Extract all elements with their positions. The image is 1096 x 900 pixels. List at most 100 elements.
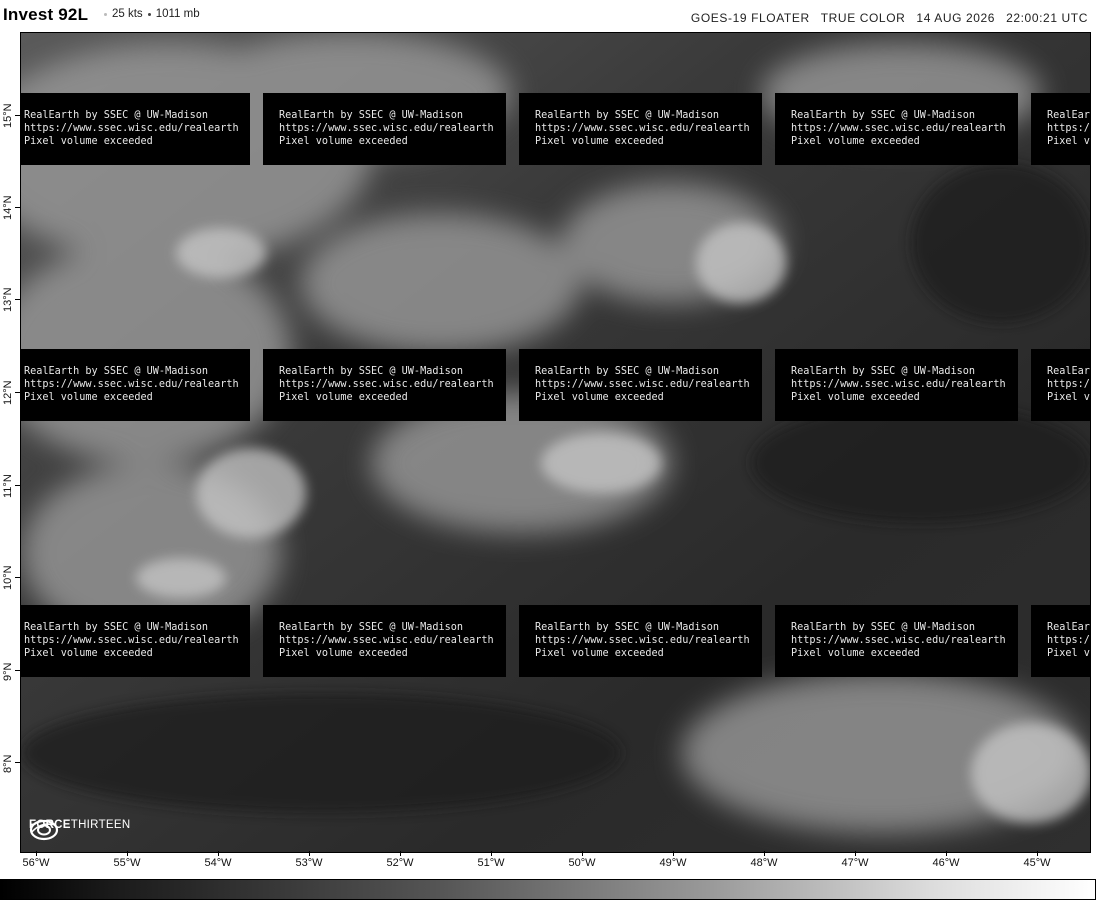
satellite-map[interactable]: RealEarth by SSEC @ UW-Madison https://w…: [20, 32, 1091, 853]
lon-label: 56°W: [22, 857, 50, 869]
lat-tick: [15, 762, 20, 763]
watermark-line: https://www.ssec.wisc.edu/realearth: [279, 123, 494, 134]
watermark-line: RealEarth by SSEC @ UW-Madison: [279, 622, 464, 633]
watermark-line: RealEarth by SSEC @ UW-Madison: [279, 110, 464, 121]
watermark-line: RealEarth by SSEC @ UW-Madison: [24, 366, 209, 377]
storm-wind: 25 kts: [112, 8, 143, 20]
lat-tick: [15, 207, 20, 208]
lon-label: 45°W: [1023, 857, 1051, 869]
lat-label: 9°N: [2, 662, 14, 681]
watermark-line: RealEarth by SSEC @ UW-Madison: [791, 110, 976, 121]
grayscale-colorbar: [0, 879, 1096, 900]
image-time: 22:00:21 UTC: [1006, 11, 1088, 25]
lon-tick: [309, 851, 310, 856]
lat-label: 13°N: [2, 287, 14, 312]
lon-tick: [400, 851, 401, 856]
lon-tick: [491, 851, 492, 856]
force-thirteen-logo: FORCETHIRTEEN: [29, 819, 131, 841]
lon-label: 51°W: [477, 857, 505, 869]
lon-label: 48°W: [750, 857, 778, 869]
storm-name: Invest 92L: [3, 5, 89, 24]
lon-label: 46°W: [932, 857, 960, 869]
imagery-band: TRUE COLOR: [820, 11, 906, 25]
watermark-line: https://www.ssec.wisc.edu/realearth: [1047, 379, 1090, 390]
watermark-banner: RealEarth by SSEC @ UW-Madison https://w…: [21, 605, 250, 677]
watermark-line: Pixel volume exceeded: [535, 392, 664, 403]
image-date: 14 AUG 2026: [916, 11, 996, 25]
lon-tick: [127, 851, 128, 856]
watermark-line: RealEarth by SSEC @ UW-Madison: [791, 622, 976, 633]
watermark-line: Pixel volume exceeded: [1047, 136, 1090, 147]
force-thirteen-logo-icon: [29, 819, 59, 841]
watermark-line: https://www.ssec.wisc.edu/realearth: [24, 379, 239, 390]
watermark-line: Pixel volume exceeded: [24, 648, 153, 659]
watermark-banner: RealEarth by SSEC @ UW-Madison https://w…: [1031, 605, 1090, 677]
watermark-line: https://www.ssec.wisc.edu/realearth: [279, 379, 494, 390]
watermark-banner: RealEarth by SSEC @ UW-Madison https://w…: [263, 93, 506, 165]
watermark-line: https://www.ssec.wisc.edu/realearth: [1047, 635, 1090, 646]
lon-tick: [855, 851, 856, 856]
lat-tick: [15, 299, 20, 300]
watermark-banner: RealEarth by SSEC @ UW-Madison https://w…: [263, 349, 506, 421]
watermark-line: Pixel volume exceeded: [1047, 392, 1090, 403]
watermark-line: RealEarth by SSEC @ UW-Madison: [535, 366, 720, 377]
lon-tick: [218, 851, 219, 856]
lon-tick: [946, 851, 947, 856]
lon-tick: [673, 851, 674, 856]
lat-tick: [15, 392, 20, 393]
lat-tick: [15, 115, 20, 116]
lat-tick: [15, 485, 20, 486]
separator-dot: [104, 12, 107, 16]
watermark-line: RealEarth by SSEC @ UW-Madison: [535, 622, 720, 633]
watermark-line: https://www.ssec.wisc.edu/realearth: [791, 635, 1006, 646]
watermark-line: https://www.ssec.wisc.edu/realearth: [279, 635, 494, 646]
lon-label: 54°W: [204, 857, 232, 869]
watermark-line: https://www.ssec.wisc.edu/realearth: [24, 123, 239, 134]
lat-label: 14°N: [2, 195, 14, 220]
watermark-line: Pixel volume exceeded: [279, 136, 408, 147]
watermark-banner: RealEarth by SSEC @ UW-Madison https://w…: [21, 93, 250, 165]
watermark-banner: RealEarth by SSEC @ UW-Madison https://w…: [775, 605, 1018, 677]
lon-tick: [1037, 851, 1038, 856]
watermark-line: RealEarth by SSEC @ UW-Madison: [1047, 622, 1090, 633]
watermark-line: RealEarth by SSEC @ UW-Madison: [1047, 366, 1090, 377]
watermark-line: RealEarth by SSEC @ UW-Madison: [279, 366, 464, 377]
watermark-line: https://www.ssec.wisc.edu/realearth: [791, 379, 1006, 390]
watermark-banner: RealEarth by SSEC @ UW-Madison https://w…: [519, 605, 762, 677]
watermark-line: Pixel volume exceeded: [535, 136, 664, 147]
watermark-line: RealEarth by SSEC @ UW-Madison: [791, 366, 976, 377]
storm-meta: 25 kts 1011 mb: [104, 8, 200, 20]
watermark-line: https://www.ssec.wisc.edu/realearth: [24, 635, 239, 646]
lon-label: 49°W: [659, 857, 687, 869]
watermark-line: RealEarth by SSEC @ UW-Madison: [1047, 110, 1090, 121]
lon-label: 53°W: [295, 857, 323, 869]
watermark-line: Pixel volume exceeded: [24, 392, 153, 403]
lat-label: 12°N: [2, 380, 14, 405]
satellite-product: GOES-19 FLOATER: [690, 11, 810, 25]
lon-tick: [764, 851, 765, 856]
watermark-line: Pixel volume exceeded: [1047, 648, 1090, 659]
watermark-line: https://www.ssec.wisc.edu/realearth: [535, 123, 750, 134]
lon-tick: [36, 851, 37, 856]
lat-tick: [15, 577, 20, 578]
logo-text-regular: THIRTEEN: [70, 819, 131, 831]
watermark-banner: RealEarth by SSEC @ UW-Madison https://w…: [519, 349, 762, 421]
watermark-line: Pixel volume exceeded: [279, 648, 408, 659]
watermark-banner: RealEarth by SSEC @ UW-Madison https://w…: [1031, 93, 1090, 165]
watermark-line: RealEarth by SSEC @ UW-Madison: [535, 110, 720, 121]
storm-pressure: 1011 mb: [155, 8, 200, 20]
watermark-banner: RealEarth by SSEC @ UW-Madison https://w…: [21, 349, 250, 421]
lon-tick: [582, 851, 583, 856]
watermark-line: Pixel volume exceeded: [791, 648, 920, 659]
lat-label: 15°N: [2, 103, 14, 128]
watermark-banner: RealEarth by SSEC @ UW-Madison https://w…: [1031, 349, 1090, 421]
product-info: GOES-19 FLOATER TRUE COLOR 14 AUG 2026 2…: [691, 11, 1088, 25]
lon-label: 47°W: [841, 857, 869, 869]
watermark-line: RealEarth by SSEC @ UW-Madison: [24, 622, 209, 633]
watermark-banner: RealEarth by SSEC @ UW-Madison https://w…: [775, 93, 1018, 165]
watermark-line: https://www.ssec.wisc.edu/realearth: [791, 123, 1006, 134]
lon-label: 52°W: [386, 857, 414, 869]
watermark-banner: RealEarth by SSEC @ UW-Madison https://w…: [775, 349, 1018, 421]
watermark-line: Pixel volume exceeded: [24, 136, 153, 147]
watermark-line: https://www.ssec.wisc.edu/realearth: [535, 635, 750, 646]
